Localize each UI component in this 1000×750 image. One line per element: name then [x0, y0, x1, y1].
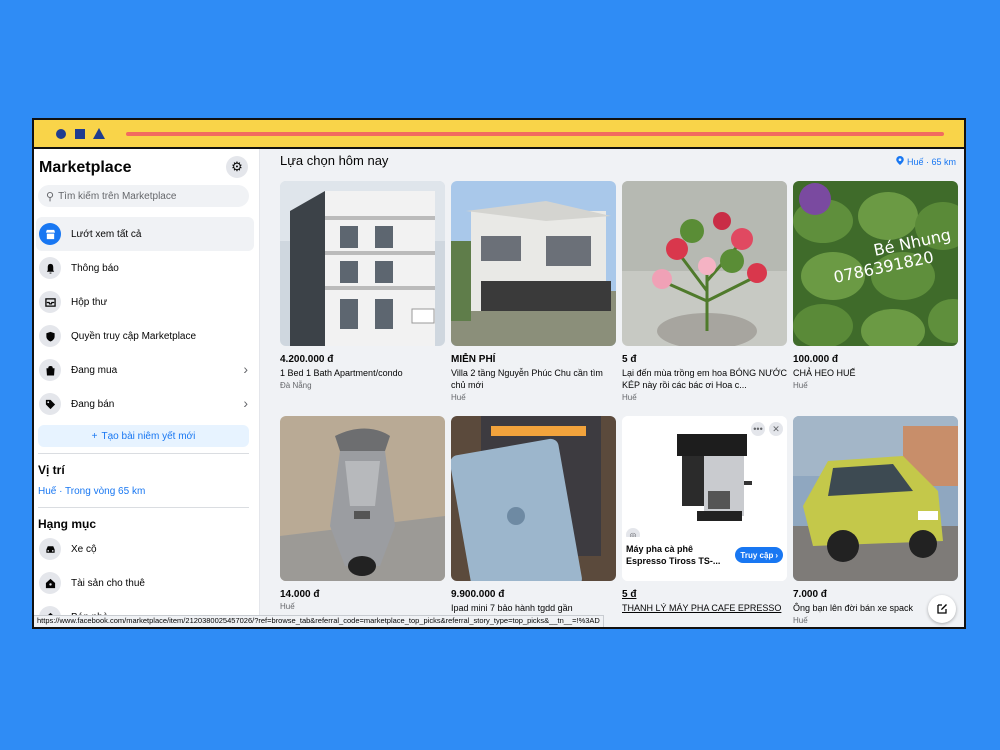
location-filter-label: Huế · 65 km [906, 157, 956, 167]
shopping-bag-icon [39, 359, 61, 381]
square-icon [75, 129, 85, 139]
listing-image-car[interactable] [793, 416, 958, 581]
listing-card[interactable]: 7.000 đ Ông bạn lên đời bán xe spack Huế [793, 416, 958, 625]
nav-label: Hộp thư [71, 296, 108, 308]
nav-label: Đang bán [71, 398, 115, 410]
car-icon [39, 538, 61, 560]
chevron-right-icon: › [243, 361, 248, 377]
listing-card[interactable]: 14.000 đ Huế [280, 416, 445, 611]
divider [38, 507, 249, 508]
nav-notifications[interactable]: Thông báo [36, 251, 254, 285]
listing-price: 100.000 đ [793, 354, 839, 365]
chevron-right-icon: › [243, 395, 248, 411]
divider [38, 453, 249, 454]
create-listing-button[interactable]: + Tạo bài niêm yết mới [38, 425, 249, 447]
listing-title: Villa 2 tầng Nguyễn Phúc Chu cần tìm chủ… [451, 368, 603, 390]
nav-browse-all[interactable]: Lướt xem tất cả [36, 217, 254, 251]
status-url: https://www.facebook.com/marketplace/ite… [34, 615, 604, 627]
nav-label: Lướt xem tất cả [71, 228, 142, 240]
triangle-icon [93, 128, 105, 139]
listing-image-coffee-machine[interactable]: ••• ✕ ◎ Máy pha cà phê Espresso Tiross T… [622, 416, 787, 581]
circle-icon [56, 129, 66, 139]
categories-heading: Hạng mục [38, 517, 97, 531]
nav-marketplace-access[interactable]: Quyền truy cập Marketplace [36, 319, 254, 353]
nav-inbox[interactable]: Hộp thư [36, 285, 254, 319]
compose-icon[interactable] [928, 595, 956, 623]
listing-location: Đà Nẵng [280, 381, 312, 390]
listing-image-cha-heo[interactable]: Bé Nhung 0786391820 [793, 181, 958, 346]
plus-icon: + [91, 430, 98, 442]
category-vehicles[interactable]: Xe cộ [36, 532, 254, 566]
search-icon: ⚲ [46, 190, 55, 203]
pin-icon [896, 156, 907, 167]
nav-selling[interactable]: Đang bán › [36, 387, 254, 421]
sponsored-overlay: Máy pha cà phê Espresso Tiross TS-... Tr… [622, 537, 787, 581]
sponsored-card[interactable]: ••• ✕ ◎ Máy pha cà phê Espresso Tiross T… [622, 416, 787, 614]
sidebar: Marketplace ⚙ ⚲ Lướt xem tất cả Thông bá… [34, 149, 260, 627]
ad-product-title: Máy pha cà phê Espresso Tiross TS-... [626, 544, 721, 566]
titlebar-line [126, 132, 944, 136]
visit-button[interactable]: Truy cập › [735, 547, 783, 563]
listing-card[interactable]: 5 đ Lại đến mùa trồng em hoa BÓNG NƯỚC K… [622, 181, 787, 402]
main-feed: Lựa chọn hôm nay Huế · 65 km 4.200.000 đ… [260, 149, 964, 627]
listing-title: Ipad mini 7 bảo hành tgdd gần [451, 603, 573, 613]
inbox-icon [39, 291, 61, 313]
bell-icon [39, 257, 61, 279]
gear-icon[interactable]: ⚙ [226, 156, 248, 178]
listing-card[interactable]: 4.200.000 đ 1 Bed 1 Bath Apartment/condo… [280, 181, 445, 390]
listing-price: MIỄN PHÍ [451, 354, 496, 365]
location-heading: Vị trí [38, 463, 65, 477]
storefront-icon [39, 223, 61, 245]
close-icon[interactable]: ✕ [769, 422, 783, 436]
nav-label: Tài sản cho thuê [71, 577, 145, 589]
listing-image-ipad[interactable] [451, 416, 616, 581]
listing-location: Huế [622, 393, 637, 402]
category-rentals[interactable]: Tài sản cho thuê [36, 566, 254, 600]
search-box[interactable]: ⚲ [38, 185, 249, 207]
listing-location: Huế [451, 393, 466, 402]
listing-price: 5 đ [622, 354, 637, 365]
listing-location: Huế [793, 381, 808, 390]
page-title: Lựa chọn hôm nay [280, 153, 389, 168]
nav-label: Quyền truy cập Marketplace [71, 330, 197, 342]
listing-title: CHẢ HEO HUẾ [793, 368, 856, 378]
listing-price: 9.900.000 đ [451, 589, 505, 600]
shield-icon [39, 325, 61, 347]
listing-price: 14.000 đ [280, 589, 320, 600]
listing-image-villa[interactable] [451, 181, 616, 346]
listing-card[interactable]: MIỄN PHÍ Villa 2 tầng Nguyễn Phúc Chu cầ… [451, 181, 616, 402]
listing-location: Huế [280, 602, 295, 611]
listing-card[interactable]: 9.900.000 đ Ipad mini 7 bảo hành tgdd gầ… [451, 416, 616, 614]
house-key-icon [39, 572, 61, 594]
listing-title: Lại đến mùa trồng em hoa BÓNG NƯỚC KÉP n… [622, 368, 787, 390]
listing-image-scooter[interactable] [280, 416, 445, 581]
location-filter[interactable]: Huế · 65 km [896, 156, 956, 167]
tag-icon [39, 393, 61, 415]
sidebar-title: Marketplace [39, 159, 132, 176]
nav-label: Đang mua [71, 364, 118, 376]
listing-card[interactable]: Bé Nhung 0786391820 100.000 đ CHẢ HEO HU… [793, 181, 958, 390]
nav-label: Thông báo [71, 262, 119, 274]
listing-price: 4.200.000 đ [280, 354, 334, 365]
search-input[interactable] [58, 190, 239, 202]
listing-title: 1 Bed 1 Bath Apartment/condo [280, 368, 403, 378]
create-listing-label: Tạo bài niêm yết mới [101, 430, 196, 442]
chevron-right-icon: › [775, 550, 778, 560]
listing-image-flowers[interactable] [622, 181, 787, 346]
nav-label: Xe cộ [71, 543, 97, 555]
window-titlebar [34, 120, 964, 149]
listing-image-apartment[interactable] [280, 181, 445, 346]
visit-button-label: Truy cập [740, 550, 774, 560]
location-link[interactable]: Huế · Trong vòng 65 km [38, 486, 145, 497]
nav-buying[interactable]: Đang mua › [36, 353, 254, 387]
browser-window: Marketplace ⚙ ⚲ Lướt xem tất cả Thông bá… [32, 118, 966, 629]
listing-price: 5 đ [622, 589, 637, 600]
more-options-icon[interactable]: ••• [751, 422, 765, 436]
listing-title[interactable]: THANH LÝ MÁY PHA CAFE EPRESSO [622, 602, 787, 614]
